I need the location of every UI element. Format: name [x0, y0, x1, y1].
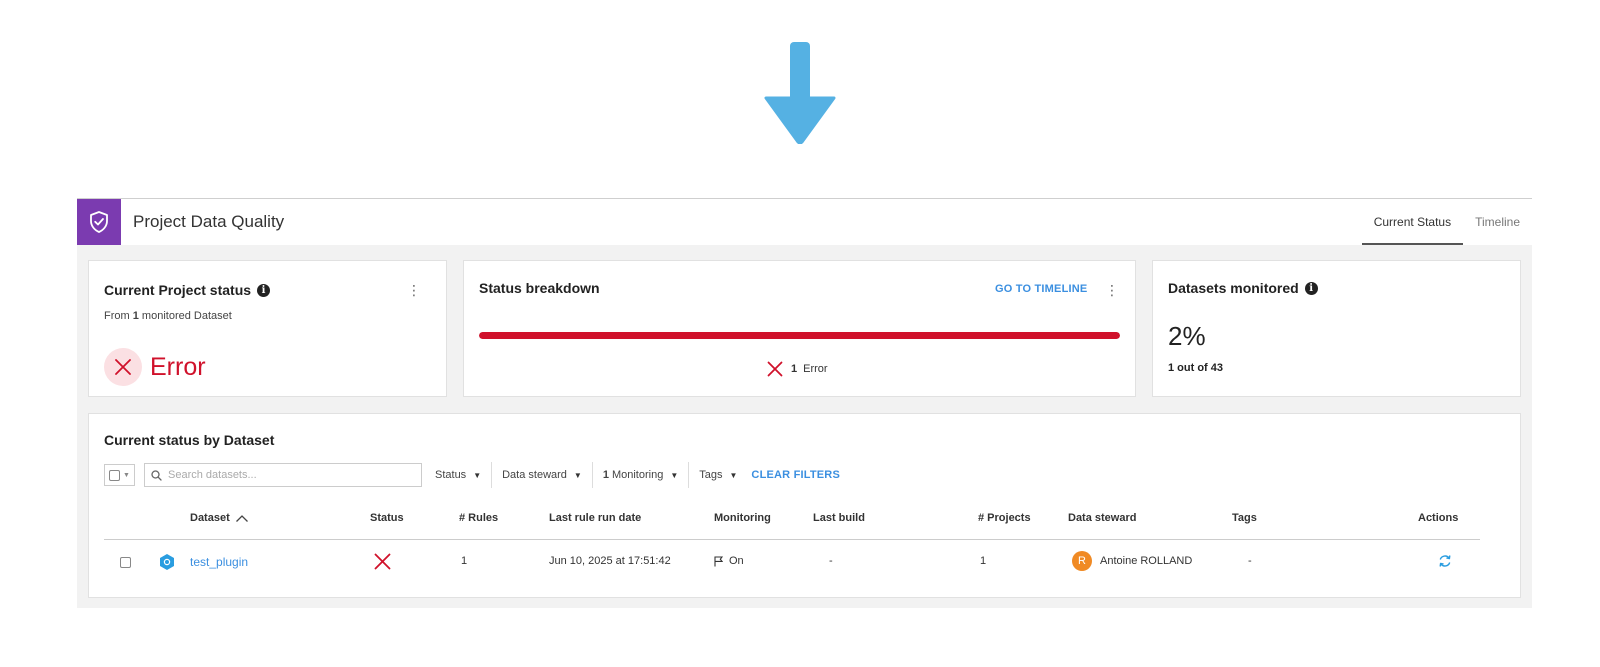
chevron-down-icon: ▼ — [473, 470, 482, 480]
subtitle-count: 1 — [132, 310, 139, 322]
dataset-type-icon — [160, 554, 174, 570]
column-header-status[interactable]: Status — [370, 512, 404, 524]
info-icon[interactable]: i — [1304, 281, 1318, 295]
column-header-monitoring[interactable]: Monitoring — [714, 512, 771, 524]
error-icon — [104, 348, 142, 386]
table-row[interactable]: test_plugin 1 Jun 10, 2025 at 17:51:42 O… — [104, 540, 1480, 584]
data-steward-filter[interactable]: Data steward ▼ — [491, 462, 592, 488]
data-quality-panel: Project Data Quality Current Status Time… — [77, 198, 1532, 608]
row-steward-cell: R Antoine ROLLAND — [1072, 551, 1192, 571]
refresh-icon[interactable] — [1438, 554, 1452, 568]
dataset-status-card: Current status by Dataset ▼ Status ▼ Dat… — [88, 413, 1521, 598]
info-icon[interactable]: i — [257, 283, 271, 297]
dataset-cell: test_plugin — [158, 553, 248, 571]
status-progress-fill — [479, 332, 1120, 339]
monitored-detail: 1 out of 43 — [1168, 362, 1224, 374]
table-header: Dataset Status # Rules Last rule run dat… — [104, 504, 1480, 540]
row-actions-cell — [1438, 554, 1452, 568]
column-header-data-steward[interactable]: Data steward — [1068, 512, 1136, 524]
monitoring-filter-count: 1 — [602, 469, 609, 481]
datasets-monitored-card: Datasets monitored i 2% 1 out of 43 — [1152, 260, 1521, 397]
chevron-down-icon: ▼ — [573, 470, 582, 480]
brand-logo — [77, 199, 121, 245]
monitoring-value: On — [729, 555, 744, 567]
monitored-percent: 2% — [1168, 321, 1206, 351]
project-status-value: Error — [104, 348, 206, 386]
column-header-actions: Actions — [1418, 512, 1459, 524]
filter-toolbar: ▼ Status ▼ Data steward ▼ 1 Monitoring ▼… — [104, 462, 840, 488]
select-all-dropdown[interactable]: ▼ — [104, 464, 135, 486]
go-to-timeline-link[interactable]: GO TO TIMELINE — [995, 283, 1087, 295]
datasets-monitored-title: Datasets monitored i — [1168, 280, 1318, 296]
column-header-tags[interactable]: Tags — [1232, 512, 1257, 524]
column-header-last-run[interactable]: Last rule run date — [549, 512, 641, 524]
row-last-run-cell: Jun 10, 2025 at 17:51:42 — [549, 555, 671, 567]
sort-ascending-icon — [235, 514, 248, 522]
status-breakdown-card: Status breakdown GO TO TIMELINE ⋮ 1 Erro… — [463, 260, 1136, 397]
project-status-title-text: Current Project status — [104, 282, 252, 298]
monitoring-filter-label: Monitoring — [611, 469, 664, 481]
status-filter-label: Status — [435, 469, 467, 481]
project-status-title: Current Project status i — [104, 282, 271, 298]
tab-timeline[interactable]: Timeline — [1463, 199, 1532, 245]
row-status-cell — [374, 553, 391, 570]
data-steward-filter-label: Data steward — [502, 469, 567, 481]
dataset-link[interactable]: test_plugin — [190, 555, 248, 569]
subtitle-prefix: From — [104, 310, 130, 322]
datasets-monitored-title-text: Datasets monitored — [1168, 280, 1299, 296]
subtitle-suffix: monitored Dataset — [141, 310, 232, 322]
row-checkbox[interactable] — [120, 557, 131, 568]
down-arrow-icon — [764, 42, 836, 144]
status-legend: 1 Error — [767, 361, 828, 377]
column-dataset-label: Dataset — [190, 512, 230, 524]
status-filter[interactable]: Status ▼ — [425, 462, 491, 488]
legend-count: 1 — [791, 363, 798, 375]
project-status-card: Current Project status i ⋮ From 1 monito… — [88, 260, 447, 397]
row-tags-cell: - — [1248, 555, 1252, 567]
view-tabs: Current Status Timeline — [1361, 199, 1532, 245]
project-status-subtitle: From 1 monitored Dataset — [104, 310, 232, 322]
chevron-down-icon: ▼ — [123, 471, 130, 479]
more-options-icon[interactable]: ⋮ — [407, 283, 421, 297]
error-x-icon — [374, 553, 391, 570]
row-rules-cell: 1 — [461, 555, 468, 567]
column-header-projects[interactable]: # Projects — [978, 512, 1031, 524]
status-progress-bar — [479, 332, 1120, 339]
tab-current-status[interactable]: Current Status — [1361, 199, 1464, 245]
column-header-last-build[interactable]: Last build — [813, 512, 865, 524]
app-header: Project Data Quality Current Status Time… — [77, 199, 1532, 245]
chevron-down-icon: ▼ — [729, 470, 738, 480]
search-box — [144, 463, 422, 487]
row-last-build-cell: - — [829, 555, 833, 567]
flag-icon — [714, 555, 723, 566]
dataset-status-title: Current status by Dataset — [104, 432, 275, 448]
row-monitoring-cell: On — [714, 555, 744, 567]
chevron-down-icon: ▼ — [670, 470, 679, 480]
tags-filter-label: Tags — [699, 469, 723, 481]
monitoring-filter[interactable]: 1 Monitoring ▼ — [591, 462, 688, 488]
tags-filter[interactable]: Tags ▼ — [688, 462, 747, 488]
status-label: Error — [150, 352, 206, 381]
avatar: R — [1072, 551, 1092, 571]
column-header-dataset[interactable]: Dataset — [190, 512, 249, 524]
page-title: Project Data Quality — [133, 212, 285, 231]
legend-label: Error — [803, 363, 828, 375]
search-icon — [151, 469, 162, 481]
more-options-icon[interactable]: ⋮ — [1105, 283, 1119, 297]
search-input[interactable] — [168, 469, 398, 481]
row-projects-cell: 1 — [980, 555, 987, 567]
steward-name: Antoine ROLLAND — [1100, 555, 1193, 567]
clear-filters-button[interactable]: CLEAR FILTERS — [751, 469, 840, 481]
shield-check-icon — [90, 211, 108, 233]
row-checkbox-cell — [120, 557, 131, 568]
column-header-rules[interactable]: # Rules — [459, 512, 498, 524]
status-breakdown-title: Status breakdown — [479, 280, 600, 296]
error-x-icon — [767, 361, 783, 377]
select-all-checkbox[interactable] — [109, 469, 121, 481]
